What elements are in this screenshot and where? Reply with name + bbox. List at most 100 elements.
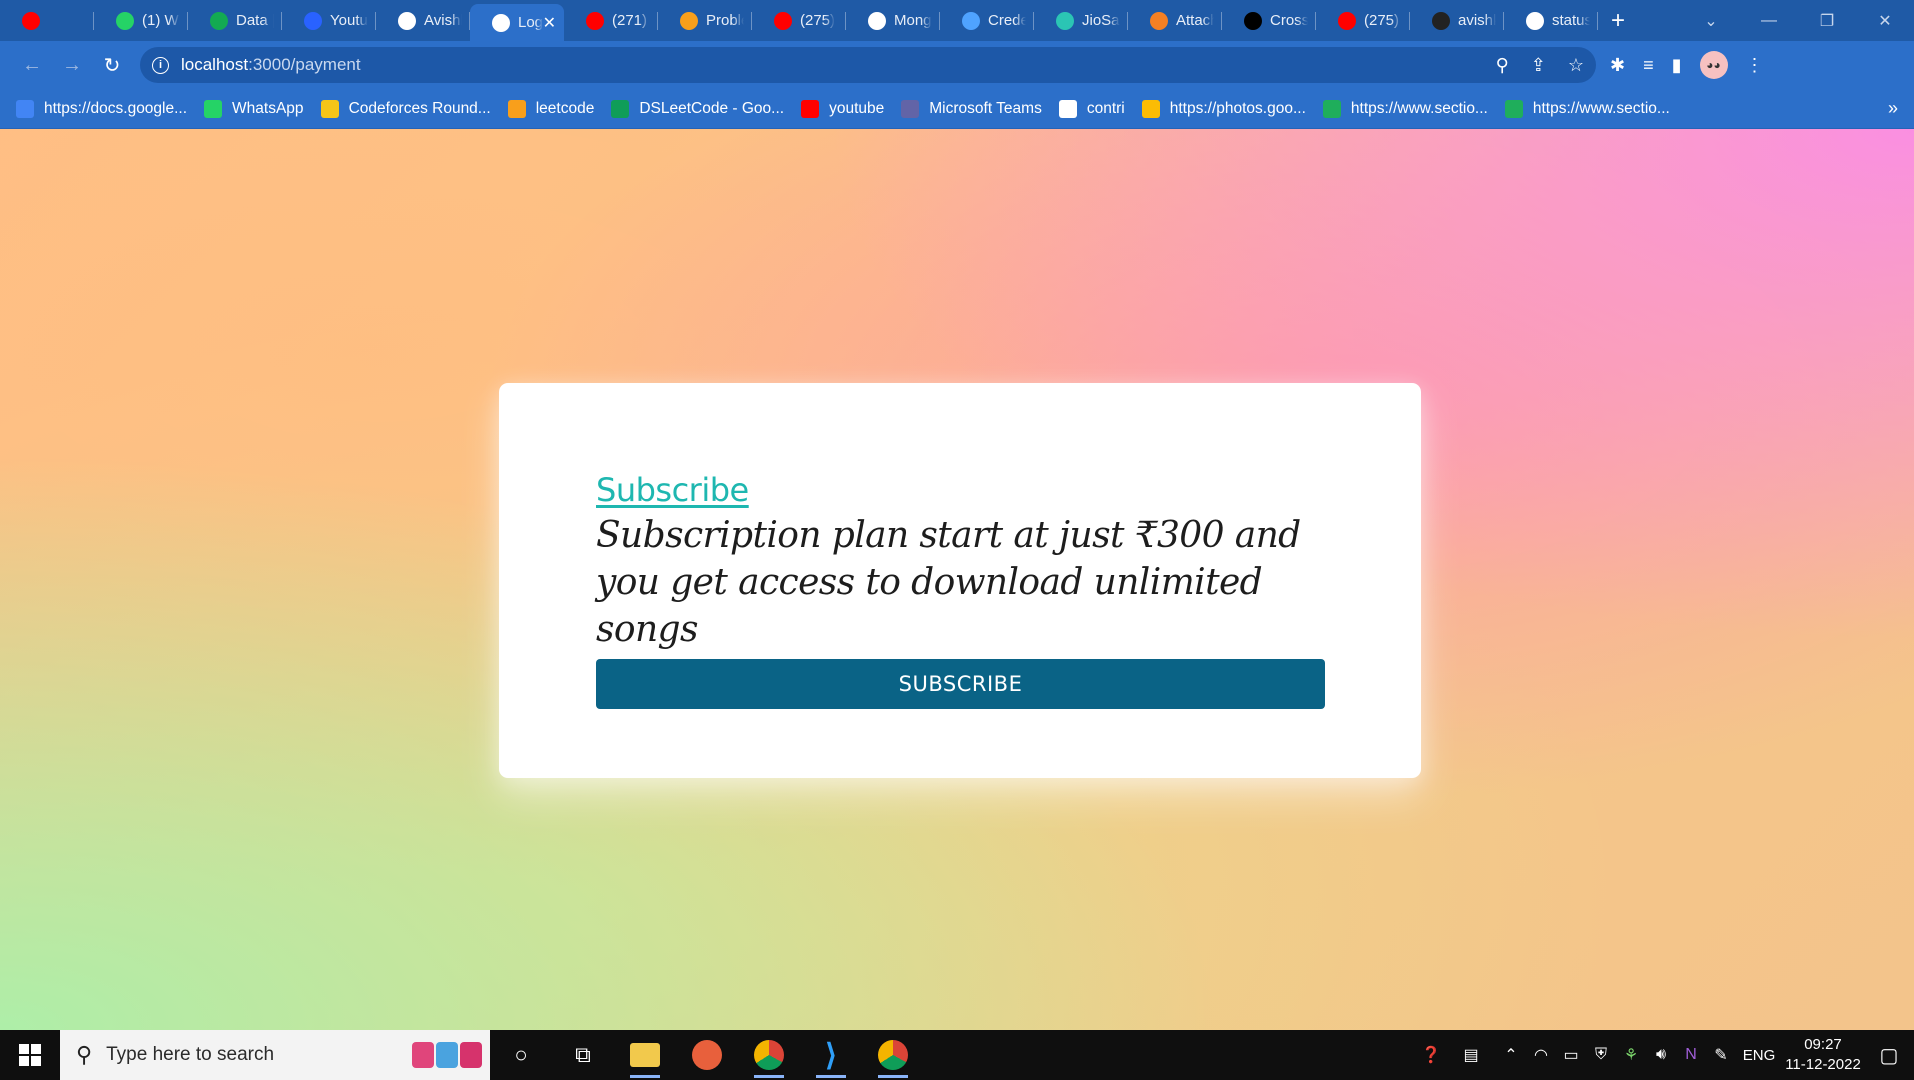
window-controls: ⌄ — ❐ ✕: [1682, 0, 1914, 41]
bookmark-4[interactable]: DSLeetCode - Goo...: [611, 99, 784, 118]
bookmark-7[interactable]: contri: [1058, 99, 1125, 118]
volume-icon[interactable]: 🔊︎: [1646, 1046, 1676, 1064]
tab-1[interactable]: (1) Wh: [94, 0, 188, 41]
clock-date: 11-12-2022: [1785, 1056, 1861, 1073]
language-indicator[interactable]: ENG: [1736, 1047, 1782, 1064]
tab-title: Cross-: [1270, 12, 1308, 29]
bookmark-label: https://photos.goo...: [1169, 99, 1306, 117]
bookmark-9[interactable]: https://www.sectio...: [1322, 99, 1488, 118]
bookmark-0[interactable]: https://docs.google...: [16, 99, 188, 118]
tab-title: (275): [800, 12, 836, 29]
battery-icon[interactable]: ▭: [1556, 1045, 1586, 1065]
tab-4[interactable]: Avishk: [376, 0, 470, 41]
bookmark-6[interactable]: Microsoft Teams: [901, 99, 1042, 118]
tab-13[interactable]: Cross-: [1222, 0, 1316, 41]
tab-8[interactable]: (275): [752, 0, 846, 41]
minimize-button[interactable]: —: [1740, 12, 1798, 30]
subscribe-link[interactable]: Subscribe: [596, 470, 749, 510]
share-icon[interactable]: ⇪: [1531, 55, 1546, 76]
bookmark-label: https://www.sectio...: [1350, 99, 1488, 117]
globe-icon: [1058, 99, 1077, 118]
bookmark-3[interactable]: leetcode: [507, 99, 594, 118]
taskbar-search[interactable]: ⚲ Type here to search: [60, 1030, 490, 1080]
bookmark-star-icon[interactable]: ☆: [1568, 55, 1584, 76]
tab-10[interactable]: Creden: [940, 0, 1034, 41]
tab-title: avishk: [1458, 12, 1496, 29]
bookmark-label: https://docs.google...: [44, 99, 188, 117]
chrome-icon: [754, 1040, 784, 1070]
media-controls-icon[interactable]: ≡: [1643, 55, 1654, 76]
start-button[interactable]: [0, 1030, 60, 1080]
menu-dots-icon[interactable]: ⋮: [1746, 55, 1764, 76]
tab-5[interactable]: Log ✕: [470, 4, 564, 41]
tab-title: Data | c: [236, 12, 274, 29]
site-info-icon[interactable]: i: [152, 56, 169, 74]
back-button[interactable]: ←: [12, 45, 52, 85]
pen-icon[interactable]: ✎: [1706, 1045, 1736, 1065]
tab-7[interactable]: Proble: [658, 0, 752, 41]
bookmark-2[interactable]: Codeforces Round...: [320, 99, 491, 118]
file-explorer-button[interactable]: [614, 1030, 676, 1080]
tab-0[interactable]: [0, 0, 94, 41]
tab-search-icon[interactable]: ⌄: [1682, 11, 1740, 31]
reload-button[interactable]: ↻: [92, 45, 132, 85]
vscode-button[interactable]: ⟩: [800, 1030, 862, 1080]
tab-3[interactable]: Youtub: [282, 0, 376, 41]
m-italic-icon: [1244, 11, 1262, 30]
chevron-up-icon[interactable]: ⌃: [1496, 1045, 1526, 1065]
tab-15[interactable]: avishk: [1410, 0, 1504, 41]
search-placeholder: Type here to search: [106, 1044, 275, 1065]
bookmark-10[interactable]: https://www.sectio...: [1504, 99, 1670, 118]
security-icon[interactable]: ⛨: [1586, 1046, 1616, 1064]
media-player-button[interactable]: [676, 1030, 738, 1080]
codeforces-icon: [320, 99, 339, 118]
profile-avatar[interactable]: ◕◕: [1699, 51, 1728, 79]
zoom-icon[interactable]: ⚲: [1496, 55, 1509, 76]
subscribe-button[interactable]: SUBSCRIBE: [596, 659, 1325, 709]
tab-14[interactable]: (275) h: [1316, 0, 1410, 41]
notification-icon[interactable]: ▢: [1864, 1043, 1914, 1068]
onenote-icon[interactable]: N: [1676, 1046, 1706, 1064]
restore-button[interactable]: ❐: [1798, 11, 1856, 31]
address-bar[interactable]: i localhost:3000/payment ⚲ ⇪ ☆: [140, 47, 1596, 83]
tab-12[interactable]: Attach: [1128, 0, 1222, 41]
forward-button[interactable]: →: [52, 45, 92, 85]
chrome-button[interactable]: [738, 1030, 800, 1080]
network-icon[interactable]: ⚘: [1616, 1045, 1646, 1065]
bookmark-5[interactable]: youtube: [801, 99, 885, 118]
bookmark-8[interactable]: https://photos.goo...: [1141, 99, 1306, 118]
tab-11[interactable]: JioSaa: [1034, 0, 1128, 41]
extensions-icon[interactable]: ✱: [1610, 55, 1625, 76]
clock[interactable]: 09:27 11-12-2022: [1782, 1035, 1864, 1075]
youtube-icon: [1338, 11, 1356, 30]
task-view-button[interactable]: ⧉: [552, 1030, 614, 1080]
new-tab-button[interactable]: +: [1598, 0, 1638, 41]
bookmark-label: https://www.sectio...: [1532, 99, 1670, 117]
wifi-icon[interactable]: ◠: [1526, 1045, 1556, 1065]
bookmarks-bar: https://docs.google... WhatsApp Codeforces…: [0, 89, 1914, 129]
close-window-button[interactable]: ✕: [1856, 11, 1914, 31]
chrome-profile-button[interactable]: [862, 1030, 924, 1080]
tab-title: Avishk: [424, 12, 462, 29]
cortana-button[interactable]: ○: [490, 1030, 552, 1080]
chrome-icon: [878, 1040, 908, 1070]
more-bookmarks-icon[interactable]: »: [1888, 98, 1898, 119]
bookmark-1[interactable]: WhatsApp: [204, 99, 304, 118]
tab-9[interactable]: Mongo: [846, 0, 940, 41]
tab-title: Attach: [1176, 12, 1214, 29]
windows-taskbar: ⚲ Type here to search ○ ⧉ ⟩ ❓ ▤ ⌃ ◠ ▭ ⛨ …: [0, 1030, 1914, 1080]
bookmark-label: youtube: [829, 99, 885, 117]
side-panel-icon[interactable]: ▮: [1672, 55, 1682, 76]
tab-16[interactable]: status: [1504, 0, 1598, 41]
youtube-icon: [774, 11, 792, 30]
help-icon[interactable]: ❓: [1416, 1045, 1446, 1065]
section-icon: [1322, 99, 1341, 118]
youtube-icon: [22, 11, 40, 30]
tab-2[interactable]: Data | c: [188, 0, 282, 41]
close-tab-icon[interactable]: ✕: [543, 13, 556, 33]
jiosaavn-icon: [1056, 11, 1074, 30]
news-icon[interactable]: ▤: [1456, 1045, 1486, 1065]
toolbar-right: ✱ ≡ ▮ ◕◕ ⋮: [1610, 51, 1764, 79]
youtube-icon: [801, 99, 820, 118]
tab-6[interactable]: (271) e: [564, 0, 658, 41]
